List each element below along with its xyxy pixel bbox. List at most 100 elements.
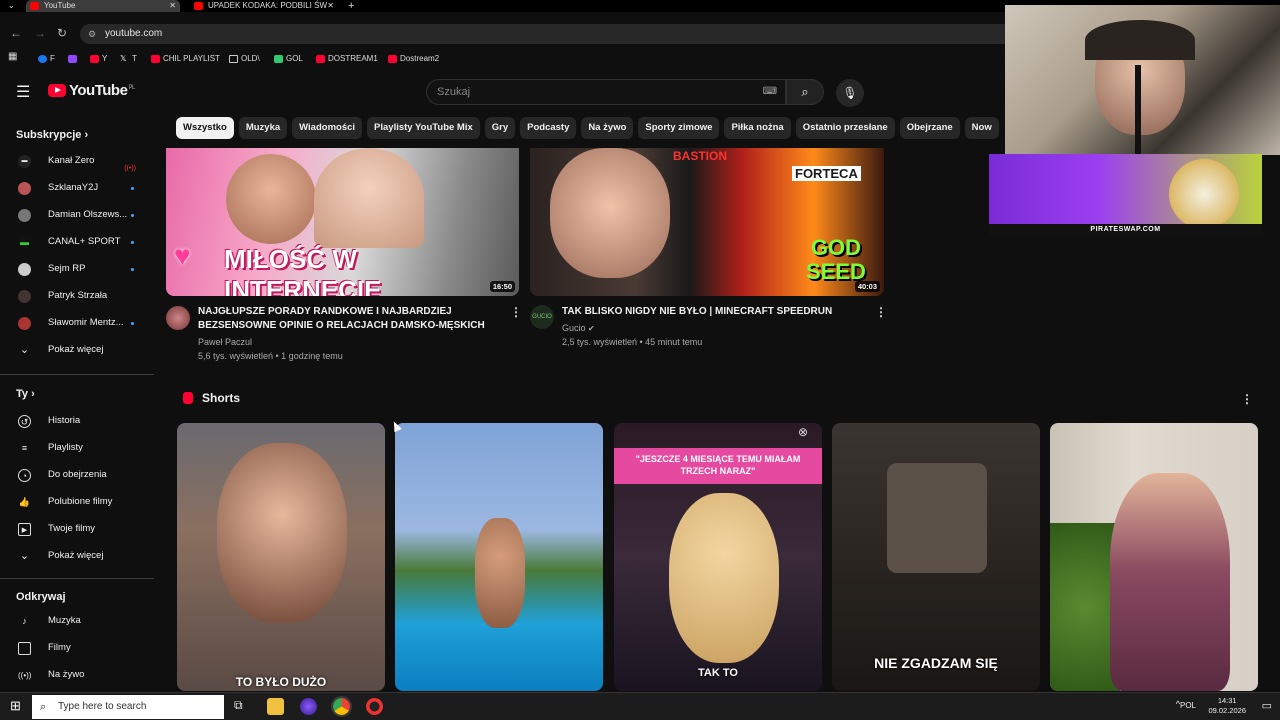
bookmark-old[interactable]: OLD\ (229, 53, 260, 65)
sidebar-item-twoje-filmy[interactable]: ▶ Twoje filmy (0, 517, 154, 541)
sidebar-item-canal-sport[interactable]: ▬ CANAL+ SPORT (0, 230, 154, 254)
sidebar-item-kanal-zero[interactable]: ▬ Kanał Zero ((•)) (0, 149, 154, 173)
channel-avatar (18, 317, 31, 330)
sidebar-item-polubione-filmy[interactable]: 👍 Polubione filmy (0, 490, 154, 514)
taskbar-clock[interactable]: 14:31 09.02.2026 (1208, 696, 1246, 716)
reload-icon[interactable]: ↻ (57, 26, 67, 40)
sidebar-item-damian-olszewski[interactable]: Damian Olszews... (0, 203, 154, 227)
new-tab-button[interactable]: + (346, 0, 362, 12)
url-field[interactable]: ⚙ youtube.com (80, 24, 1005, 44)
search-icon: ⌕ (40, 701, 47, 713)
chip-na-zywo[interactable]: Na żywo (581, 117, 634, 139)
more-options-icon[interactable]: ⋮ (510, 305, 522, 319)
thumbnail-person (550, 148, 670, 278)
apps-grid-icon[interactable]: ▦ (8, 51, 17, 63)
tab-upadek-kodaka[interactable]: UPADEK KODAKA: PODBILI ŚW ✕ (190, 0, 338, 12)
forward-arrow-icon[interactable]: → (34, 26, 46, 40)
video-title[interactable]: TAK BLISKO NIGDY NIE BYŁO | MINECRAFT SP… (562, 305, 862, 319)
file-explorer-icon[interactable] (267, 698, 284, 715)
chip-gry[interactable]: Gry (484, 117, 516, 139)
bookmark-dostream2[interactable]: Dostream2 (388, 53, 439, 65)
video-thumbnail[interactable]: BASTION FORTECA GOD SEED 40:03 (530, 148, 884, 296)
youtube-logo[interactable]: YouTubePL (48, 82, 135, 102)
chip-sporty-zimowe[interactable]: Sporty zimowe (638, 117, 720, 139)
chip-obejrzane[interactable]: Obejrzane (899, 117, 960, 139)
keyboard-icon[interactable]: ⌨ (763, 80, 777, 104)
sidebar-show-more-you[interactable]: ⌄ Pokaż więcej (0, 544, 154, 568)
chrome-icon[interactable] (331, 696, 352, 717)
chip-podcasty[interactable]: Podcasty (520, 117, 577, 139)
channel-name-row[interactable]: Gucio ✔ (562, 321, 595, 336)
app-icon[interactable] (300, 698, 317, 715)
chip-ostatnio-przeslane[interactable]: Ostatnio przesłane (795, 117, 895, 139)
channel-avatar (18, 290, 31, 303)
live-broadcast-icon: ((•)) (18, 671, 32, 680)
heart-icon: ♥ (174, 240, 191, 271)
search-input[interactable]: Szukaj ⌨ (426, 79, 786, 105)
mute-icon[interactable]: ⊗ (798, 425, 808, 439)
obs-icon[interactable] (366, 698, 383, 715)
channel-name[interactable]: Paweł Paczul (198, 335, 252, 349)
subscriptions-heading[interactable]: Subskrypcje › (16, 129, 88, 141)
bookmark-label: Dostream2 (400, 54, 440, 63)
taskbar-search-input[interactable]: ⌕ Type here to search (32, 695, 224, 719)
tab-search-button[interactable]: ⌄ (0, 0, 22, 12)
short-item[interactable]: TO BYŁO DUŻO (177, 423, 385, 691)
short-item[interactable]: "JESZCZE 4 MIESIĄCE TEMU MIAŁAM TRZECH N… (614, 423, 822, 691)
more-options-icon[interactable]: ⋮ (1241, 392, 1253, 406)
music-note-icon: ♪ (22, 616, 27, 626)
ad-banner[interactable]: PIRATESWAP.COM (989, 154, 1262, 236)
tab-youtube[interactable]: YouTube ✕ (26, 0, 180, 12)
short-item[interactable] (1050, 423, 1258, 691)
sidebar-item-playlisty[interactable]: ≡ Playlisty (0, 436, 154, 460)
show-more-label: Pokaż więcej (48, 550, 104, 561)
more-options-icon[interactable]: ⋮ (875, 305, 887, 319)
microphone-arm (1135, 65, 1141, 155)
language-indicator[interactable]: POL (1180, 701, 1196, 710)
site-info-icon[interactable]: ⚙ (88, 24, 96, 44)
channel-avatar[interactable]: GUCIO (530, 305, 554, 329)
task-view-icon[interactable]: ⧉ (234, 698, 243, 713)
sidebar-show-more-subscriptions[interactable]: ⌄ Pokaż więcej (0, 338, 154, 362)
bookmark-label: Y (102, 54, 108, 63)
voice-search-button[interactable]: 🎙 (836, 79, 864, 107)
sidebar-item-patryk-strzala[interactable]: Patryk Strzała (0, 284, 154, 308)
you-title: Ty (16, 388, 29, 400)
bookmark-f[interactable]: F (38, 53, 55, 65)
back-arrow-icon[interactable]: ← (10, 26, 22, 40)
chip-wszystko[interactable]: Wszystko (176, 117, 234, 139)
chip-muzyka[interactable]: Muzyka (238, 117, 288, 139)
you-heading[interactable]: Ty › (16, 388, 35, 400)
bookmark-gol[interactable]: GOL (274, 53, 303, 65)
channel-name: CANAL+ SPORT (48, 236, 121, 247)
video-thumbnail[interactable]: ♥ MIŁOŚĆ W INTERNECIE 16:50 (166, 148, 519, 296)
short-item[interactable]: NIE ZGADZAM SIĘ (832, 423, 1040, 691)
bookmark-y[interactable]: Y (90, 53, 107, 65)
sidebar-item-historia[interactable]: ↺ Historia (0, 409, 154, 433)
chip-nowe[interactable]: Now (964, 117, 999, 139)
chip-wiadomosci[interactable]: Wiadomości (292, 117, 363, 139)
sidebar-item-muzyka[interactable]: ♪ Muzyka (0, 609, 154, 633)
close-tab-icon[interactable]: ✕ (169, 0, 176, 12)
bookmark-dostream1[interactable]: DOSTREAM1 (316, 53, 378, 65)
sidebar-item-do-obejrzenia[interactable]: ◔ Do obejrzenia (0, 463, 154, 487)
channel-avatar[interactable] (166, 306, 190, 330)
short-item[interactable] (395, 423, 603, 691)
sidebar-item-label: Na żywo (48, 669, 85, 680)
video-title[interactable]: NAJGŁUPSZE PORADY RANDKOWE I NAJBARDZIEJ… (198, 305, 498, 333)
notifications-icon[interactable]: ▭ (1262, 699, 1272, 712)
sidebar-item-na-zywo[interactable]: ((•)) Na żywo (0, 663, 154, 687)
chip-pilka-nozna[interactable]: Piłka nożna (724, 117, 791, 139)
search-button[interactable]: ⌕ (786, 79, 824, 105)
hamburger-menu-icon[interactable]: ☰ (16, 82, 30, 102)
sidebar-item-filmy[interactable]: Filmy (0, 636, 154, 660)
close-tab-icon[interactable]: ✕ (327, 0, 334, 12)
sidebar-item-szklanay2j[interactable]: SzklanaY2J (0, 176, 154, 200)
sidebar-item-sejm-rp[interactable]: Sejm RP (0, 257, 154, 281)
bookmark-t[interactable]: 𝕏T (120, 53, 137, 65)
sidebar-item-slawomir-mentzen[interactable]: Sławomir Mentz... (0, 311, 154, 335)
windows-start-icon[interactable]: ⊞ (10, 698, 21, 714)
chip-playlisty-mix[interactable]: Playlisty YouTube Mix (367, 117, 480, 139)
bookmark-chil-playlist[interactable]: CHIL PLAYLIST (151, 53, 220, 65)
sidebar-divider (0, 578, 154, 579)
